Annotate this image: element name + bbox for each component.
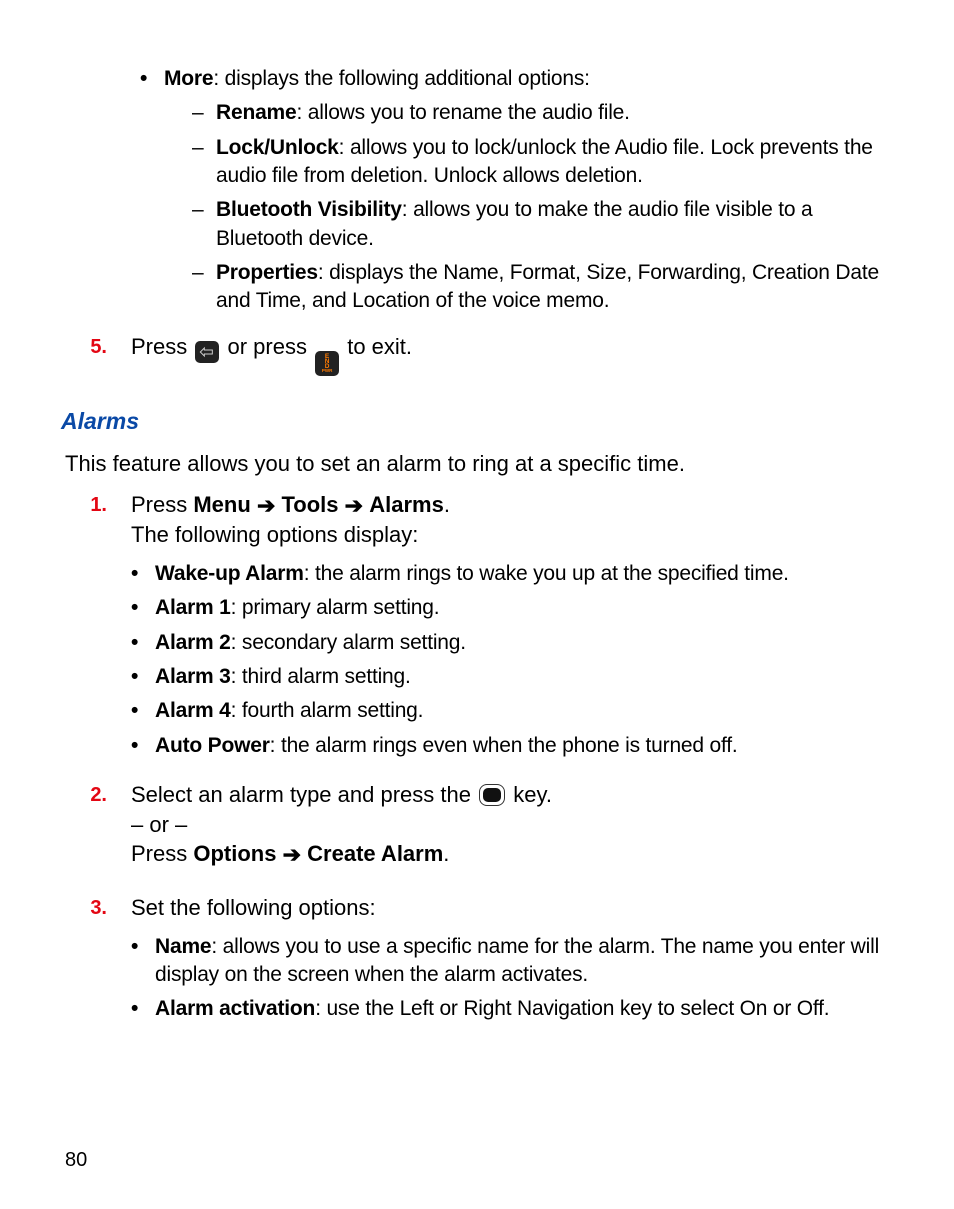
wakeup-desc: : the alarm rings to wake you up at the … — [304, 562, 789, 585]
s1-alarms: Alarms — [369, 492, 444, 517]
step3-lead: Set the following options: — [131, 893, 894, 923]
back-key-icon — [195, 341, 219, 363]
page-number: 80 — [65, 1147, 87, 1174]
step3-num: 3. — [81, 893, 107, 922]
name-desc: : allows you to use a specific name for … — [155, 935, 879, 986]
a4-desc: : fourth alarm setting. — [231, 699, 424, 722]
s1-tools: Tools — [282, 492, 339, 517]
name-label: Name — [155, 935, 211, 958]
step1-following: The following options display: — [131, 520, 894, 550]
step2-line2: Press Options ➔ Create Alarm. — [131, 839, 894, 869]
arrow-icon: ➔ — [345, 491, 363, 521]
a3-desc: : third alarm setting. — [231, 665, 411, 688]
s2-press: Press — [131, 841, 193, 866]
opt-name: Name: allows you to use a specific name … — [131, 933, 894, 990]
s1-dot: . — [444, 492, 450, 517]
s1-menu: Menu — [193, 492, 250, 517]
opt-alarm4: Alarm 4: fourth alarm setting. — [131, 697, 894, 725]
end-pwr: PWR — [322, 369, 333, 372]
step1-num: 1. — [81, 490, 107, 519]
step2-line1: Select an alarm type and press the key. — [131, 780, 894, 810]
a2-label: Alarm 2 — [155, 631, 231, 654]
s2-create: Create Alarm — [307, 841, 443, 866]
alarms-intro: This feature allows you to set an alarm … — [65, 449, 894, 479]
arrow-icon: ➔ — [257, 491, 275, 521]
page-content: More: displays the following additional … — [0, 0, 954, 1209]
s2-text-b: key. — [513, 782, 552, 807]
opt-autopower: Auto Power: the alarm rings even when th… — [131, 732, 894, 760]
s1-press: Press — [131, 492, 193, 517]
lock-label: Lock/Unlock — [216, 136, 339, 159]
more-lockunlock: Lock/Unlock: allows you to lock/unlock t… — [192, 134, 894, 191]
opt-wakeup: Wake-up Alarm: the alarm rings to wake y… — [131, 560, 894, 588]
rename-desc: : allows you to rename the audio file. — [297, 101, 630, 124]
bt-label: Bluetooth Visibility — [216, 198, 402, 221]
act-label: Alarm activation — [155, 997, 315, 1020]
a2-desc: : secondary alarm setting. — [231, 631, 466, 654]
more-desc: : displays the following additional opti… — [213, 67, 589, 90]
more-item: More: displays the following additional … — [140, 65, 894, 322]
step2-or: – or – — [131, 810, 894, 840]
s2-options: Options — [193, 841, 276, 866]
more-rename: Rename: allows you to rename the audio f… — [192, 99, 894, 127]
a3-label: Alarm 3 — [155, 665, 231, 688]
exit-text: to exit. — [347, 334, 412, 359]
rename-label: Rename — [216, 101, 297, 124]
step3-options-list: Name: allows you to use a specific name … — [131, 933, 894, 1024]
act-desc: : use the Left or Right Navigation key t… — [315, 997, 829, 1020]
more-label: More — [164, 67, 213, 90]
center-key-icon — [479, 784, 505, 806]
more-props: Properties: displays the Name, Format, S… — [192, 259, 894, 316]
step-5-num: 5. — [81, 332, 107, 361]
alarms-step-3: 3. Set the following options: Name: allo… — [81, 893, 894, 1030]
orpress-text: or press — [227, 334, 313, 359]
end-pwr-key-icon: E N D PWR — [315, 351, 339, 376]
a1-label: Alarm 1 — [155, 596, 231, 619]
props-label: Properties — [216, 261, 318, 284]
press-text: Press — [131, 334, 193, 359]
opt-activation: Alarm activation: use the Left or Right … — [131, 995, 894, 1023]
alarms-step-1: 1. Press Menu ➔ Tools ➔ Alarms. The foll… — [81, 490, 894, 765]
opt-alarm2: Alarm 2: secondary alarm setting. — [131, 629, 894, 657]
more-bt: Bluetooth Visibility: allows you to make… — [192, 196, 894, 253]
voice-memo-more-list: More: displays the following additional … — [140, 65, 894, 322]
step2-num: 2. — [81, 780, 107, 809]
wakeup-label: Wake-up Alarm — [155, 562, 304, 585]
more-subitems: Rename: allows you to rename the audio f… — [192, 99, 894, 315]
s2-text-a: Select an alarm type and press the — [131, 782, 477, 807]
s2-dot: . — [443, 841, 449, 866]
opt-alarm1: Alarm 1: primary alarm setting. — [131, 594, 894, 622]
ap-desc: : the alarm rings even when the phone is… — [270, 734, 738, 757]
alarms-heading: Alarms — [61, 406, 894, 437]
opt-alarm3: Alarm 3: third alarm setting. — [131, 663, 894, 691]
step-5-text: Press or press E N D PWR to exit. — [131, 332, 894, 376]
ap-label: Auto Power — [155, 734, 270, 757]
step1-nav: Press Menu ➔ Tools ➔ Alarms. — [131, 490, 894, 520]
step-5: 5. Press or press E N D PWR to exit. — [81, 332, 894, 376]
arrow-icon: ➔ — [283, 840, 301, 870]
a1-desc: : primary alarm setting. — [231, 596, 440, 619]
alarm-options-list: Wake-up Alarm: the alarm rings to wake y… — [131, 560, 894, 760]
alarms-step-2: 2. Select an alarm type and press the ke… — [81, 780, 894, 869]
a4-label: Alarm 4 — [155, 699, 231, 722]
